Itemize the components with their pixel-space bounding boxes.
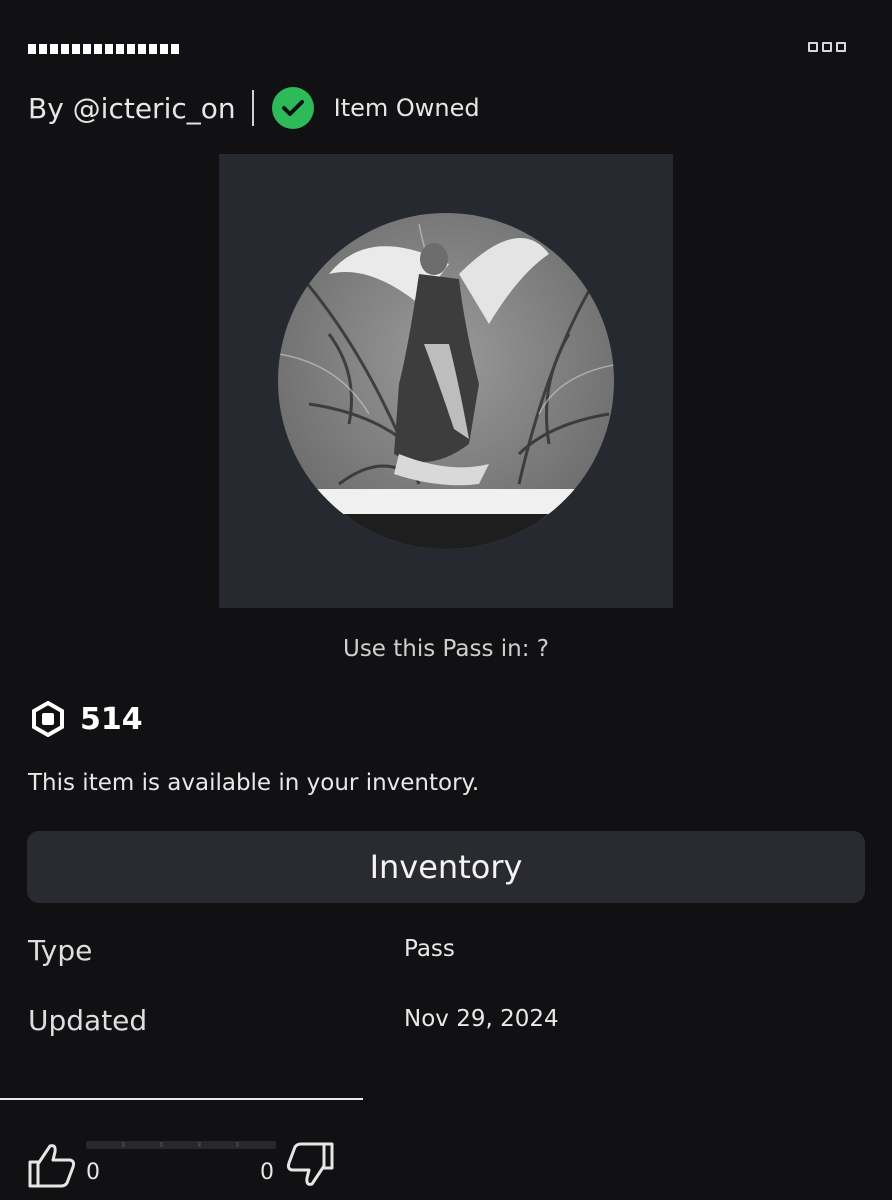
price-row: 514 bbox=[30, 700, 143, 738]
use-in-text: Use this Pass in: ? bbox=[342, 636, 549, 662]
creator-link[interactable]: By @icteric_on bbox=[28, 92, 236, 125]
item-thumbnail bbox=[219, 154, 673, 608]
price-value: 514 bbox=[80, 701, 143, 737]
detail-value-type: Pass bbox=[404, 936, 455, 962]
vote-ratio-bar bbox=[86, 1141, 276, 1149]
inventory-button[interactable]: Inventory bbox=[27, 831, 865, 903]
angel-statue-thumbnail bbox=[278, 213, 614, 549]
downvote-count: 0 bbox=[260, 1160, 274, 1185]
creator-row: By @icteric_on Item Owned bbox=[28, 86, 480, 130]
thumbs-down-icon[interactable] bbox=[284, 1140, 336, 1194]
byline-divider bbox=[251, 90, 254, 126]
upvote-count: 0 bbox=[86, 1160, 100, 1185]
item-title bbox=[28, 44, 179, 54]
item-detail-page: By @icteric_on Item Owned Use this Pass … bbox=[0, 0, 892, 1200]
section-divider bbox=[0, 1098, 363, 1100]
owned-label: Item Owned bbox=[333, 94, 480, 122]
more-options-icon[interactable] bbox=[808, 42, 846, 52]
thumbs-up-icon[interactable] bbox=[26, 1140, 78, 1194]
check-circle-icon bbox=[271, 87, 314, 129]
robux-icon bbox=[32, 701, 64, 737]
availability-text: This item is available in your inventory… bbox=[28, 770, 480, 796]
detail-label-type: Type bbox=[28, 934, 93, 967]
detail-value-updated: Nov 29, 2024 bbox=[404, 1006, 559, 1032]
detail-label-updated: Updated bbox=[28, 1004, 148, 1037]
